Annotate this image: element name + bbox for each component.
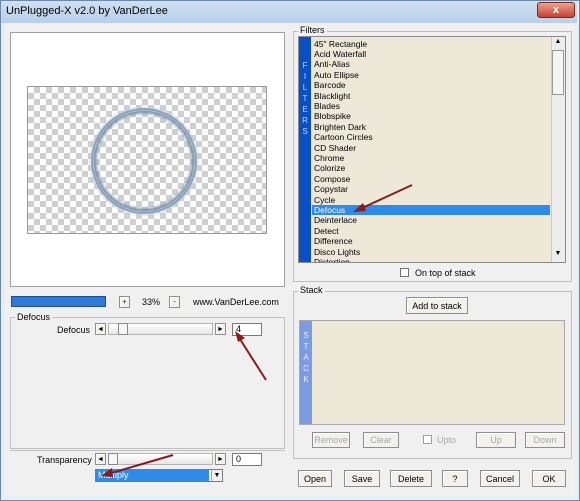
defocus-decrease-button[interactable]: ◄ (95, 323, 106, 335)
window-title: UnPlugged-X v2.0 by VanDerLee (6, 5, 168, 17)
filter-item[interactable]: Acid Waterfall (314, 49, 366, 59)
filter-item[interactable]: Barcode (314, 80, 346, 90)
help-button[interactable]: ? (442, 470, 468, 487)
filter-item[interactable]: Auto Ellipse (314, 70, 359, 80)
up-button[interactable]: Up (476, 432, 516, 448)
annotation-arrow (235, 331, 267, 381)
defocus-group-title: Defocus (15, 312, 53, 322)
scroll-up-icon[interactable]: ▲ (552, 38, 564, 49)
preview-ring-graphic (88, 105, 200, 217)
on-top-of-stack-label: On top of stack (415, 268, 476, 278)
filters-scrollbar-thumb[interactable] (552, 50, 564, 95)
filter-item[interactable]: Anti-Alias (314, 59, 350, 69)
save-button[interactable]: Save (344, 470, 380, 487)
stack-list[interactable] (299, 320, 565, 425)
filter-item[interactable]: Chrome (314, 153, 344, 163)
transparency-increase-button[interactable]: ► (215, 453, 226, 465)
zoom-in-button[interactable]: + (119, 296, 130, 308)
remove-button[interactable]: Remove (312, 432, 350, 448)
filter-item[interactable]: Compose (314, 174, 350, 184)
defocus-param-label: Defocus (57, 325, 91, 335)
defocus-slider-thumb[interactable] (118, 323, 128, 335)
scroll-down-icon[interactable]: ▼ (552, 250, 564, 261)
triangle-left-icon: ◄ (97, 325, 104, 333)
upto-checkbox[interactable] (423, 435, 432, 444)
vanderlee-url[interactable]: www.VanDerLee.com (193, 297, 279, 307)
filter-item[interactable]: Detect (314, 226, 339, 236)
ok-button[interactable]: OK (532, 470, 566, 487)
transparency-value-input[interactable]: 0 (232, 453, 262, 466)
triangle-right-icon: ► (217, 325, 224, 333)
filter-item[interactable]: Disco Lights (314, 247, 360, 257)
separator-line (10, 450, 285, 451)
zoom-level: 33% (142, 297, 161, 307)
on-top-of-stack-checkbox[interactable] (400, 268, 409, 277)
chevron-down-icon[interactable]: ▼ (211, 470, 222, 481)
clear-button[interactable]: Clear (363, 432, 399, 448)
cancel-button[interactable]: Cancel (480, 470, 520, 487)
filter-item[interactable]: Deinterlace (314, 215, 357, 225)
filter-item[interactable]: Blobspike (314, 111, 351, 121)
close-button[interactable]: x (537, 2, 575, 18)
filter-item[interactable]: Colorize (314, 163, 345, 173)
filter-item-selected[interactable]: Defocus (312, 204, 550, 216)
filter-item[interactable]: Distortion (314, 257, 350, 262)
upto-label: Upto (437, 435, 457, 445)
stack-group-title: Stack (298, 285, 325, 295)
delete-button[interactable]: Delete (390, 470, 432, 487)
annotation-arrow (353, 184, 413, 212)
filter-item[interactable]: Brighten Dark (314, 122, 366, 132)
filter-item[interactable]: 45" Rectangle (314, 39, 367, 49)
filter-item[interactable]: Cartoon Circles (314, 132, 373, 142)
transparency-label: Transparency (37, 455, 92, 465)
open-button[interactable]: Open (298, 470, 332, 487)
add-to-stack-button[interactable]: Add to stack (406, 297, 468, 314)
filter-item[interactable]: Blades (314, 101, 340, 111)
filter-item[interactable]: CD Shader (314, 143, 356, 153)
triangle-right-icon: ► (217, 455, 224, 463)
zoom-progress-bar[interactable] (11, 296, 106, 307)
filter-item[interactable]: Blacklight (314, 91, 350, 101)
defocus-increase-button[interactable]: ► (215, 323, 226, 335)
annotation-arrow (101, 454, 174, 477)
filters-group-title: Filters (298, 25, 327, 35)
down-button[interactable]: Down (525, 432, 565, 448)
filter-item[interactable]: Copystar (314, 184, 348, 194)
filters-side-label: F I L T E R S (302, 61, 308, 136)
stack-side-label: S T A C K (303, 331, 309, 384)
zoom-out-button[interactable]: - (169, 296, 180, 308)
filter-item[interactable]: Difference (314, 236, 353, 246)
filter-item[interactable]: Cycle (314, 195, 335, 205)
